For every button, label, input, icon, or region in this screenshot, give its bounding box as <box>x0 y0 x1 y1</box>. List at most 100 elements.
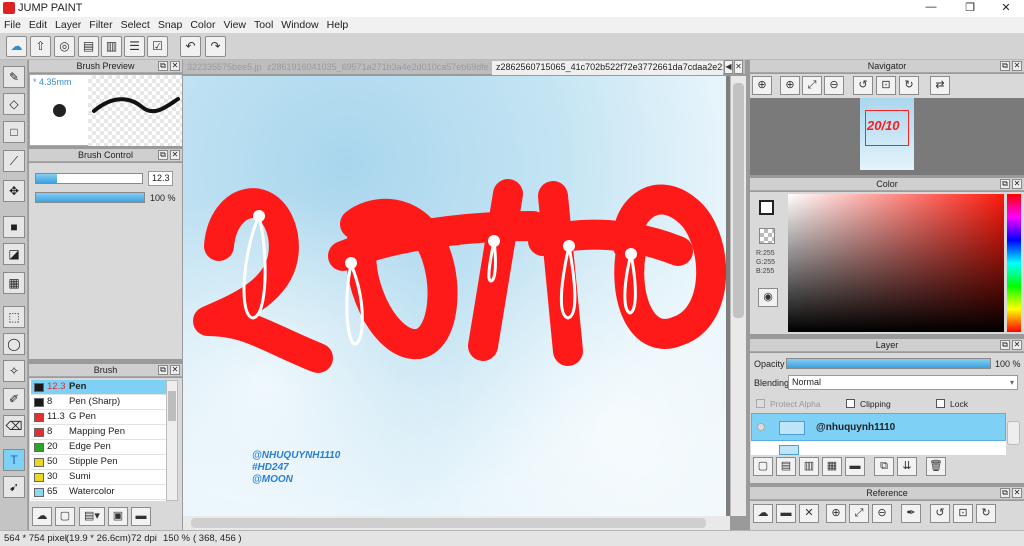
menu-select[interactable]: Select <box>117 17 154 33</box>
layer-list-scrollbar[interactable] <box>1007 421 1020 445</box>
detach-icon[interactable]: ⧉ <box>1000 488 1010 498</box>
eraser-tool-icon[interactable]: ◇ <box>3 93 25 115</box>
hue-slider[interactable] <box>1007 194 1021 332</box>
reference-rotate-left-icon[interactable]: ↺ <box>930 504 950 523</box>
reference-zoom-in-icon[interactable]: ⊕ <box>826 504 846 523</box>
operation-tool-icon[interactable]: ➹ <box>3 476 25 498</box>
move-tool-icon[interactable]: ✥ <box>3 180 25 202</box>
reference-fit-icon[interactable]: ⤢ <box>849 504 869 523</box>
reference-rotate-reset-icon[interactable]: ⊡ <box>953 504 973 523</box>
maximize-button[interactable]: ❐ <box>955 1 985 14</box>
brush-cloud-icon[interactable]: ☁ <box>32 507 52 526</box>
flip-icon[interactable]: ⇄ <box>930 76 950 95</box>
minimize-button[interactable]: — <box>916 1 946 13</box>
brush-list-scroll-thumb[interactable] <box>168 391 176 421</box>
panel-close-icon[interactable]: ✕ <box>1012 488 1022 498</box>
layer-row[interactable]: @nhuquynh1110 <box>751 413 1006 441</box>
canvas-horizontal-scrollbar[interactable] <box>183 516 730 530</box>
menu-view[interactable]: View <box>219 17 250 33</box>
duplicate-layer-icon[interactable]: ⧉ <box>874 457 894 476</box>
menu-filter[interactable]: Filter <box>85 17 116 33</box>
canvas-area[interactable]: 20/10 @NHUQUYNH1110 #HD247 @MOON <box>183 76 730 516</box>
reference-cloud-icon[interactable]: ☁ <box>753 504 773 523</box>
merge-layer-icon[interactable]: ⇊ <box>897 457 917 476</box>
menu-snap[interactable]: Snap <box>154 17 187 33</box>
brush-settings-icon[interactable]: ▣ <box>108 507 128 526</box>
blending-select[interactable]: Normal ▾ <box>788 375 1018 390</box>
undo-icon[interactable]: ↶ <box>180 36 201 57</box>
detach-icon[interactable]: ⧉ <box>158 61 168 71</box>
menu-help[interactable]: Help <box>323 17 353 33</box>
close-button[interactable]: ✕ <box>991 1 1021 14</box>
clipping-checkbox[interactable] <box>846 399 855 408</box>
brush-item[interactable]: 30 Sumi <box>31 470 166 485</box>
tab-prev-icon[interactable]: ◀ <box>724 60 733 74</box>
reference-rotate-right-icon[interactable]: ↻ <box>976 504 996 523</box>
reference-zoom-out-icon[interactable]: ⊖ <box>872 504 892 523</box>
menu-window[interactable]: Window <box>277 17 322 33</box>
brush-folder-icon[interactable]: ▬ <box>131 507 151 526</box>
panel-close-icon[interactable]: ✕ <box>1012 340 1022 350</box>
document-icon[interactable]: ▥ <box>101 36 122 57</box>
menu-color[interactable]: Color <box>186 17 219 33</box>
brush-item[interactable]: 65 Watercolor <box>31 485 166 500</box>
protect-alpha-checkbox[interactable] <box>756 399 765 408</box>
brush-tool-icon[interactable]: ✎ <box>3 66 25 88</box>
brush-item[interactable]: 12.3 Pen <box>31 380 166 395</box>
detach-icon[interactable]: ⧉ <box>1000 179 1010 189</box>
reference-close-icon[interactable]: ✕ <box>799 504 819 523</box>
select-pen-icon[interactable]: ✐ <box>3 388 25 410</box>
brush-size-value[interactable]: 12.3 <box>148 171 173 186</box>
new-layer-icon[interactable]: ▢ <box>753 457 773 476</box>
canvas-hscroll-thumb[interactable] <box>191 518 706 528</box>
layer-visibility-icon[interactable] <box>757 423 765 431</box>
rotate-left-icon[interactable]: ↺ <box>853 76 873 95</box>
brush-menu-icon[interactable]: ▤▾ <box>79 507 105 526</box>
message-icon[interactable]: ▤ <box>78 36 99 57</box>
reference-eyedropper-icon[interactable]: ✒ <box>901 504 921 523</box>
panel-close-icon[interactable]: ✕ <box>170 61 180 71</box>
brush-item[interactable]: 11.3 G Pen <box>31 410 166 425</box>
bucket-tool-icon[interactable]: ◪ <box>3 243 25 265</box>
new-layer-8bit-icon[interactable]: ▤ <box>776 457 796 476</box>
rect-select-icon[interactable]: ⬚ <box>3 306 25 328</box>
cloud-sync-icon[interactable]: ☁ <box>6 36 27 57</box>
brush-item[interactable]: 50 Stipple Pen <box>31 455 166 470</box>
fill-rect-tool-icon[interactable]: ■ <box>3 216 25 238</box>
line-tool-icon[interactable]: ⟋ <box>3 150 25 172</box>
redo-icon[interactable]: ↷ <box>205 36 226 57</box>
lock-checkbox[interactable] <box>936 399 945 408</box>
detach-icon[interactable]: ⧉ <box>1000 340 1010 350</box>
canvas-vscroll-thumb[interactable] <box>733 83 744 318</box>
saturation-value-picker[interactable] <box>788 194 1004 332</box>
list-icon[interactable]: ☰ <box>124 36 145 57</box>
brush-new-icon[interactable]: ▢ <box>55 507 75 526</box>
brush-opacity-slider[interactable] <box>35 192 145 203</box>
brush-item[interactable]: 8 Pen (Sharp) <box>31 395 166 410</box>
delete-layer-icon[interactable]: 🗑 <box>926 457 946 476</box>
share-icon[interactable]: ⇧ <box>30 36 51 57</box>
panel-close-icon[interactable]: ✕ <box>170 365 180 375</box>
detach-icon[interactable]: ⧉ <box>1000 61 1010 71</box>
gradient-tool-icon[interactable]: ▦ <box>3 272 25 294</box>
transparent-color-icon[interactable] <box>759 228 775 244</box>
select-eraser-icon[interactable]: ⌫ <box>3 415 25 437</box>
comment-icon[interactable]: ◎ <box>54 36 75 57</box>
panel-close-icon[interactable]: ✕ <box>1012 61 1022 71</box>
magic-wand-icon[interactable]: ✧ <box>3 360 25 382</box>
brush-item[interactable]: 20 Edge Pen <box>31 440 166 455</box>
brush-list-scrollbar[interactable] <box>166 380 178 501</box>
detach-icon[interactable]: ⧉ <box>158 365 168 375</box>
tab-document-3[interactable]: z2862560715065_41c702b522f72e3772661da7c… <box>492 61 723 75</box>
primary-color-swatch[interactable] <box>759 200 774 215</box>
rotate-right-icon[interactable]: ↻ <box>899 76 919 95</box>
brush-size-slider[interactable] <box>35 173 143 184</box>
menu-edit[interactable]: Edit <box>25 17 51 33</box>
rotate-reset-icon[interactable]: ⊡ <box>876 76 896 95</box>
tab-close-icon[interactable]: ✕ <box>734 60 743 74</box>
tab-document-2[interactable]: z2861916041035_69571a271b3a4e2d010ca57eb… <box>263 61 491 75</box>
reference-open-icon[interactable]: ▬ <box>776 504 796 523</box>
zoom-in-alt-icon[interactable]: ⊕ <box>780 76 800 95</box>
lasso-select-icon[interactable]: ◯ <box>3 333 25 355</box>
new-layer-1bit-icon[interactable]: ▥ <box>799 457 819 476</box>
